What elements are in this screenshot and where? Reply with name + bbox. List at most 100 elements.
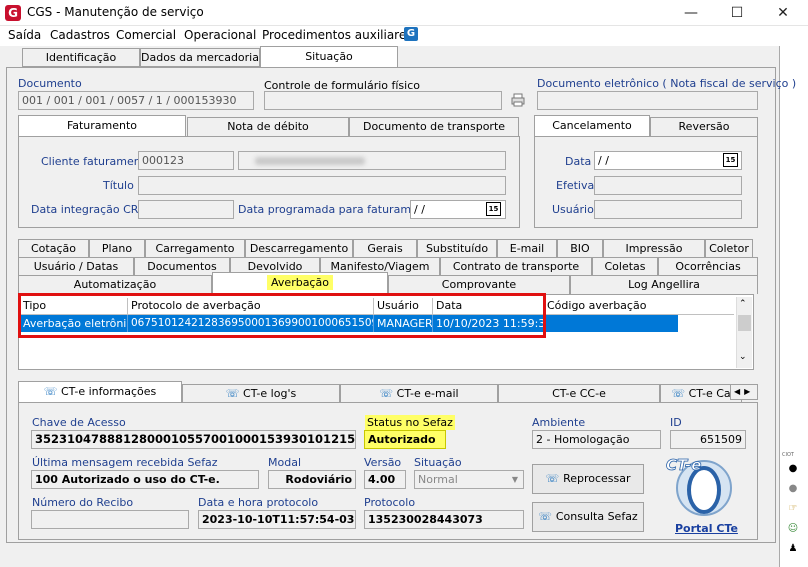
tab-descarregamento[interactable]: Descarregamento: [245, 239, 353, 258]
controle-field[interactable]: [264, 91, 502, 110]
cancel-data-label: Data: [565, 155, 592, 168]
tab-coletor[interactable]: Coletor: [705, 239, 753, 258]
consulta-sefaz-button[interactable]: ☏ Consulta Sefaz: [532, 502, 644, 532]
cte-logo-text: CT-e: [666, 456, 701, 474]
close-button[interactable]: ✕: [760, 0, 806, 26]
tab-averbacao[interactable]: Averbação: [212, 272, 388, 294]
cancel-usuario-field[interactable]: [594, 200, 742, 219]
tab-situacao[interactable]: Situação: [260, 46, 398, 68]
tab-right-icon[interactable]: ▶: [740, 387, 750, 396]
tab-nota-debito[interactable]: Nota de débito: [187, 117, 349, 136]
reprocessar-label: Reprocessar: [563, 472, 631, 485]
tab-cte-informacoes[interactable]: ☏ CT-e informações: [18, 381, 182, 403]
status-field[interactable]: Autorizado: [364, 430, 446, 449]
reprocessar-button[interactable]: ☏ Reprocessar: [532, 464, 644, 494]
app-logo-icon: G: [5, 5, 21, 21]
data-crc-field[interactable]: [138, 200, 234, 219]
col-codigo[interactable]: Código averbação: [544, 298, 734, 315]
versao-field[interactable]: 4.00: [364, 470, 406, 489]
id-field[interactable]: 651509: [670, 430, 746, 449]
dh-field[interactable]: 2023-10-10T11:57:54-03:00: [198, 510, 356, 529]
maximize-button[interactable]: ☐: [714, 0, 760, 26]
menu-cadastros[interactable]: Cadastros: [50, 28, 110, 42]
tab-doc-transporte[interactable]: Documento de transporte: [349, 117, 519, 136]
data-prog-label: Data programada para faturamento: [238, 203, 436, 216]
recibo-field[interactable]: [31, 510, 189, 529]
tab-ocorrencias[interactable]: Ocorrências: [658, 257, 758, 276]
tab-left-icon[interactable]: ◀: [731, 387, 740, 396]
tab-dados-mercadoria[interactable]: Dados da mercadoria: [140, 48, 260, 67]
efetiva-field[interactable]: [594, 176, 742, 195]
tab-faturamento[interactable]: Faturamento: [18, 115, 186, 137]
tab-bio[interactable]: BIO: [557, 239, 603, 258]
modal-label: Modal: [268, 456, 301, 469]
bullet-icon[interactable]: ●: [786, 462, 800, 476]
menu-saida[interactable]: Saída: [8, 28, 41, 42]
protocolo-field[interactable]: 135230028443073: [364, 510, 524, 529]
tab-usuario-datas[interactable]: Usuário / Datas: [18, 257, 134, 276]
tab-automatizacao[interactable]: Automatização: [18, 275, 212, 294]
cliente-name-field[interactable]: [238, 151, 506, 170]
tab-cte-cce[interactable]: CT-e CC-e: [498, 384, 660, 403]
tab-reversao[interactable]: Reversão: [650, 117, 758, 136]
documento-label: Documento: [18, 77, 82, 90]
tab-contrato[interactable]: Contrato de transporte: [440, 257, 592, 276]
consulta-icon: ☏: [538, 510, 556, 523]
tab-cte-email[interactable]: ☏ CT-e e-mail: [340, 384, 498, 403]
titulo-field[interactable]: [138, 176, 506, 195]
highlight-box: [18, 293, 546, 338]
tab-cte-logs[interactable]: ☏ CT-e log's: [182, 384, 340, 403]
tab-log-angellira[interactable]: Log Angellira: [570, 275, 758, 294]
run-icon[interactable]: ♟: [786, 542, 800, 556]
menu-procedimentos[interactable]: Procedimentos auxiliares: [262, 28, 412, 42]
cte-tab-icon: ☏: [43, 385, 61, 398]
cancel-data-field[interactable]: / /: [594, 151, 742, 170]
tab-gerais[interactable]: Gerais: [353, 239, 417, 258]
cell-codigo[interactable]: [544, 315, 678, 332]
status-label: Status no Sefaz: [365, 415, 455, 430]
tab-email[interactable]: E-mail: [497, 239, 557, 258]
doc-eletronico-field[interactable]: [537, 91, 758, 110]
menu-logo-icon[interactable]: G: [404, 27, 418, 41]
circle-icon[interactable]: ●: [786, 482, 800, 496]
tab-scroll[interactable]: ◀ ▶: [730, 384, 758, 400]
tab-coletas[interactable]: Coletas: [592, 257, 658, 276]
tab-identificacao[interactable]: Identificação: [22, 48, 140, 67]
modal-field[interactable]: Rodoviário: [268, 470, 356, 489]
titulo-label: Título: [103, 179, 134, 192]
people-icon[interactable]: ☺: [786, 522, 800, 536]
ambiente-label: Ambiente: [532, 416, 586, 429]
recibo-label: Número do Recibo: [32, 496, 134, 509]
protocolo-label: Protocolo: [364, 496, 416, 509]
printer-icon[interactable]: [510, 93, 526, 107]
scroll-thumb[interactable]: [738, 315, 751, 331]
calendar-icon[interactable]: 15: [486, 202, 501, 216]
tab-substituido[interactable]: Substituído: [417, 239, 497, 258]
tab-cotacao[interactable]: Cotação: [18, 239, 89, 258]
tab-carregamento[interactable]: Carregamento: [145, 239, 245, 258]
chave-field[interactable]: 3523104788812800010557001000153930101215…: [31, 430, 356, 449]
portal-cte-link[interactable]: Portal CTe: [675, 522, 738, 535]
tab-cancelamento[interactable]: Cancelamento: [534, 115, 650, 137]
menu-comercial[interactable]: Comercial: [116, 28, 176, 42]
ultima-field[interactable]: 100 Autorizado o uso do CT-e.: [31, 470, 259, 489]
scroll-down-icon[interactable]: ⌄: [739, 352, 747, 362]
cliente-code-field[interactable]: 000123: [138, 151, 234, 170]
tab-plano[interactable]: Plano: [89, 239, 145, 258]
menu-bar: Saída Cadastros Comercial Operacional Pr…: [0, 26, 780, 46]
hand-icon[interactable]: ☞: [786, 502, 800, 516]
tab-comprovante[interactable]: Comprovante: [388, 275, 570, 294]
ambiente-field[interactable]: 2 - Homologação: [532, 430, 661, 449]
situacao-dropdown-icon[interactable]: ▼: [508, 472, 522, 487]
documento-field[interactable]: 001 / 001 / 001 / 0057 / 1 / 000153930: [18, 91, 254, 110]
reprocessar-icon: ☏: [545, 472, 564, 485]
doc-eletronico-label: Documento eletrônico ( Nota fiscal de se…: [537, 77, 797, 90]
grid-scrollbar[interactable]: ⌃ ⌄: [736, 297, 752, 368]
menu-operacional[interactable]: Operacional: [184, 28, 256, 42]
scroll-up-icon[interactable]: ⌃: [739, 299, 747, 309]
data-crc-label: Data integração CRC: [31, 203, 146, 216]
minimize-button[interactable]: —: [668, 0, 714, 26]
cancel-calendar-icon[interactable]: 15: [723, 153, 738, 167]
tab-averbacao-label: Averbação: [267, 275, 333, 290]
tab-impressao[interactable]: Impressão: [603, 239, 705, 258]
